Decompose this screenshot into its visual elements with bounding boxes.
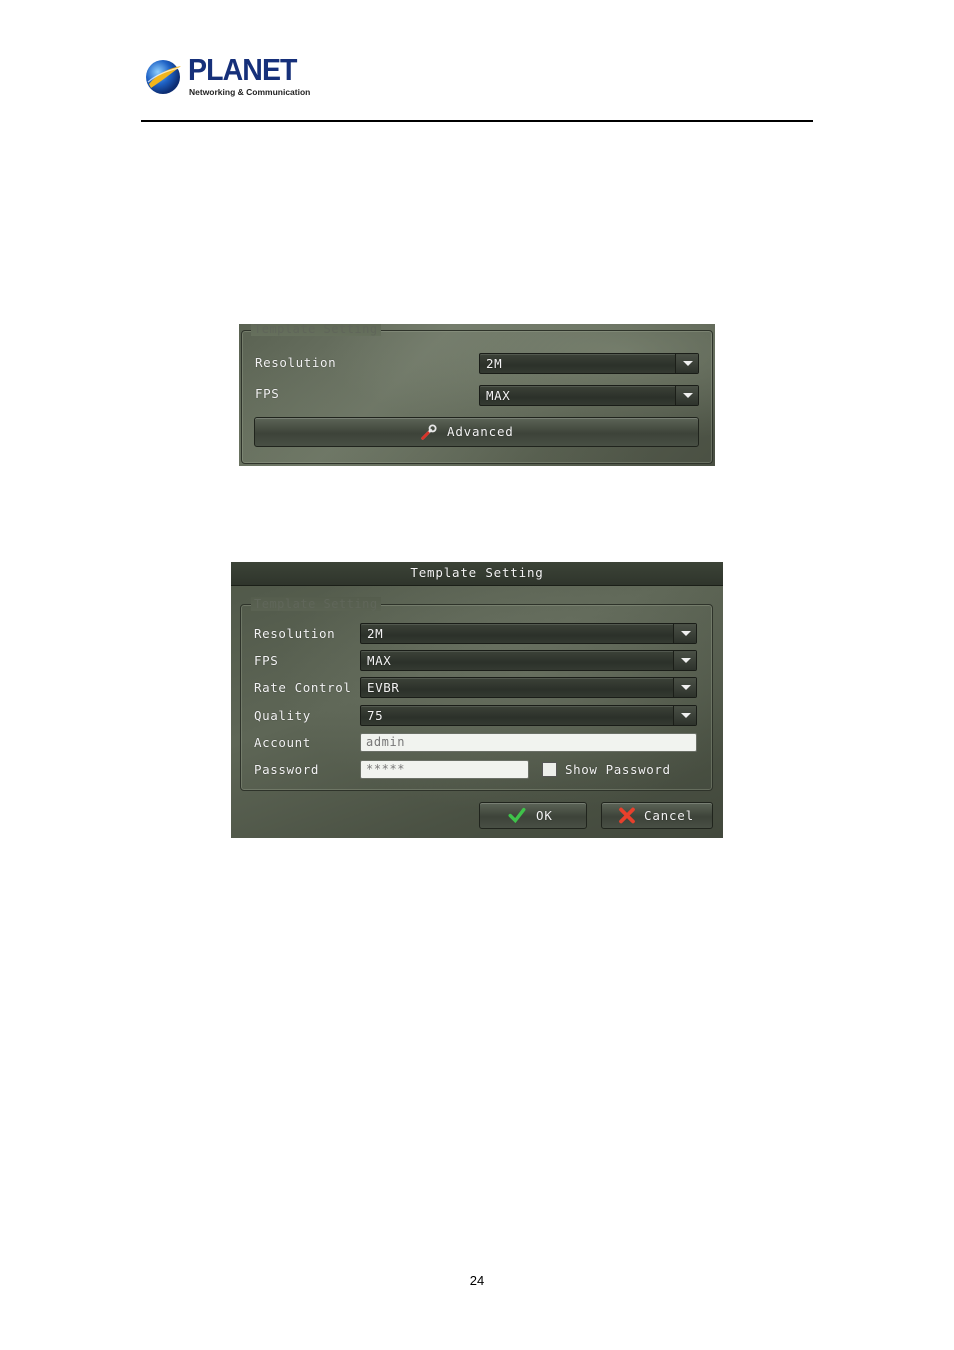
account-input[interactable]: admin: [360, 733, 697, 752]
resolution-value: 2M: [367, 626, 384, 641]
fps-value: MAX: [367, 653, 392, 668]
fps-label: FPS: [255, 386, 280, 401]
group-title: Template Setting: [251, 324, 381, 336]
rate-control-select[interactable]: EVBR: [360, 677, 697, 698]
password-value: *****: [366, 762, 406, 776]
page-number: 24: [469, 1273, 485, 1288]
show-password-checkbox[interactable]: [542, 762, 557, 777]
advanced-button[interactable]: Advanced: [254, 417, 699, 447]
chevron-down-icon[interactable]: [673, 678, 696, 697]
cross-icon: [619, 807, 635, 824]
account-label: Account: [254, 735, 311, 750]
chevron-down-icon[interactable]: [675, 354, 698, 373]
checkmark-icon: [508, 807, 526, 824]
fps-select[interactable]: MAX: [479, 385, 699, 406]
chevron-down-icon[interactable]: [675, 386, 698, 405]
header-divider: [141, 120, 813, 122]
rate-control-label: Rate Control: [254, 680, 352, 695]
account-value: admin: [366, 735, 406, 749]
chevron-down-icon[interactable]: [673, 706, 696, 725]
ok-button-label: OK: [536, 808, 553, 823]
quality-value: 75: [367, 708, 384, 723]
advanced-button-label: Advanced: [447, 424, 514, 439]
rate-control-value: EVBR: [367, 680, 400, 695]
resolution-label: Resolution: [254, 626, 336, 641]
fps-label: FPS: [254, 653, 279, 668]
show-password-label[interactable]: Show Password: [565, 762, 671, 777]
cancel-button-label: Cancel: [644, 808, 694, 823]
resolution-select[interactable]: 2M: [360, 623, 697, 644]
logo-wordmark: PLANET: [188, 52, 297, 87]
resolution-value: 2M: [486, 356, 503, 371]
template-setting-dialog-screenshot: Template Setting Template Setting Resolu…: [231, 562, 723, 838]
dialog-title: Template Setting: [410, 565, 544, 580]
globe-icon: [146, 60, 181, 94]
resolution-label: Resolution: [255, 355, 337, 370]
chevron-down-icon[interactable]: [673, 624, 696, 643]
logo-tagline: Networking & Communication: [189, 87, 311, 97]
fps-select[interactable]: MAX: [360, 650, 697, 671]
dialog-titlebar: Template Setting: [231, 562, 723, 586]
resolution-select[interactable]: 2M: [479, 353, 699, 374]
password-input[interactable]: *****: [360, 760, 529, 779]
group-title: Template Setting: [251, 597, 381, 611]
quality-select[interactable]: 75: [360, 705, 697, 726]
password-label: Password: [254, 762, 320, 777]
cancel-button[interactable]: Cancel: [601, 802, 713, 829]
planet-logo: PLANET Networking & Communication: [143, 52, 310, 100]
quality-label: Quality: [254, 708, 311, 723]
template-setting-panel-screenshot: Template Setting Resolution 2M FPS MAX A…: [239, 324, 715, 466]
fps-value: MAX: [486, 388, 511, 403]
ok-button[interactable]: OK: [479, 802, 587, 829]
wrench-icon: [421, 424, 437, 440]
chevron-down-icon[interactable]: [673, 651, 696, 670]
